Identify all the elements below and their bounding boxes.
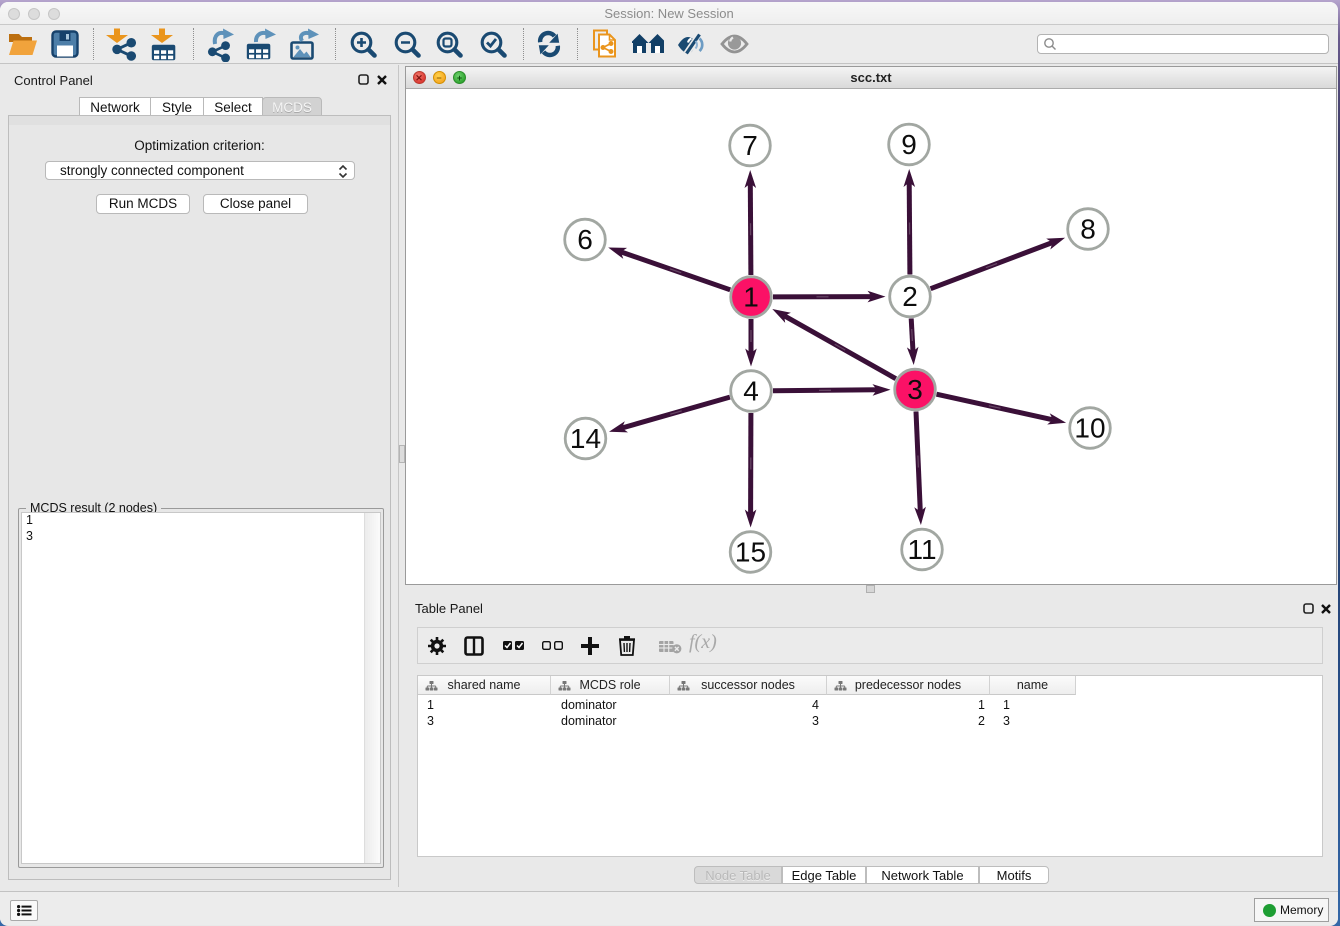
svg-text:6: 6 — [577, 224, 593, 255]
svg-text:14: 14 — [570, 423, 601, 454]
svg-text:4: 4 — [743, 376, 759, 407]
svg-text:3: 3 — [907, 374, 923, 405]
svg-text:10: 10 — [1074, 413, 1105, 444]
svg-text:15: 15 — [735, 537, 766, 568]
svg-text:2: 2 — [902, 281, 918, 312]
svg-text:9: 9 — [901, 129, 917, 160]
svg-text:8: 8 — [1080, 214, 1096, 245]
svg-text:7: 7 — [742, 130, 758, 161]
svg-text:11: 11 — [907, 534, 936, 565]
svg-text:1: 1 — [743, 282, 759, 313]
